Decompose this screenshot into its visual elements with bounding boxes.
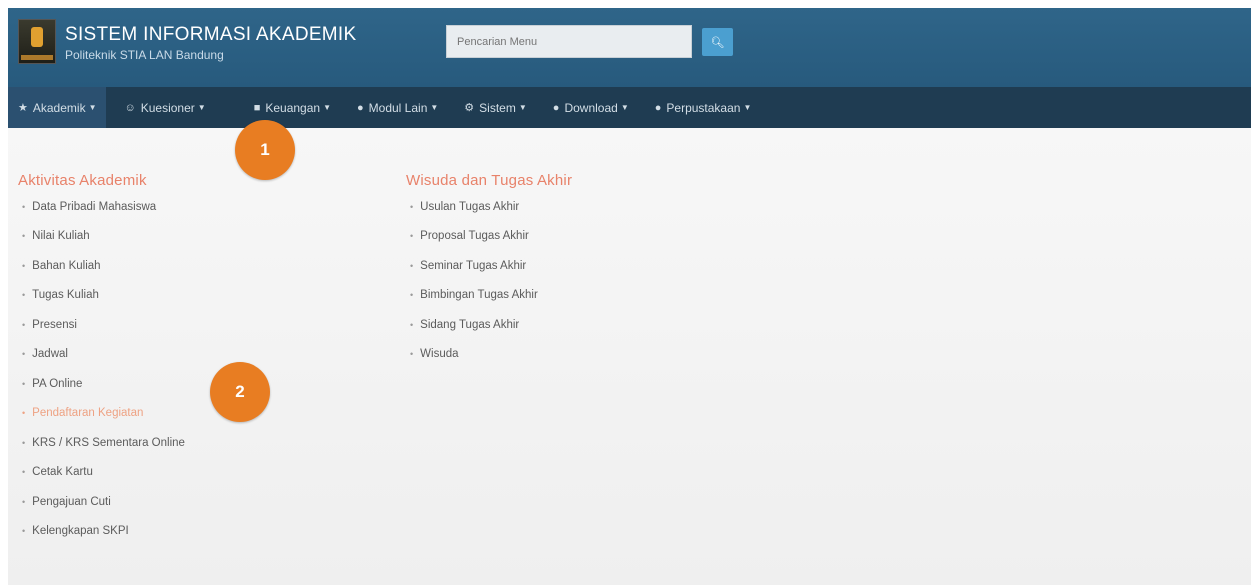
bullet-icon: • — [22, 231, 26, 242]
menu-item-pa-online[interactable]: • PA Online — [22, 369, 185, 399]
bullet-icon: • — [22, 467, 26, 478]
bullet-icon: • — [22, 201, 26, 212]
menu-item-bahan-kuliah[interactable]: • Bahan Kuliah — [22, 251, 185, 281]
users-icon: ☺ — [124, 101, 136, 114]
bullet-icon: • — [410, 290, 414, 301]
menu-item-label: Presensi — [32, 318, 77, 331]
caret-down-icon: ▼ — [743, 103, 752, 112]
caret-down-icon: ▼ — [197, 103, 206, 112]
menu-col2-title: Wisuda dan Tugas Akhir — [406, 172, 573, 189]
caret-down-icon: ▼ — [88, 103, 97, 112]
bullet-icon: • — [22, 290, 26, 301]
menu-col2-list: • Usulan Tugas Akhir • Proposal Tugas Akhi… — [410, 192, 538, 369]
menu-item-usulan-ta[interactable]: • Usulan Tugas Akhir — [410, 192, 538, 222]
menu-item-cetak-kartu[interactable]: • Cetak Kartu — [22, 458, 185, 488]
globe-icon: ● — [654, 101, 662, 114]
callout-1: 1 — [235, 120, 295, 180]
bullet-icon: • — [410, 319, 414, 330]
menu-item-label: Tugas Kuliah — [32, 289, 99, 302]
globe-icon: ● — [552, 101, 560, 114]
menu-item-krs-online[interactable]: • KRS / KRS Sementara Online — [22, 428, 185, 458]
bullet-icon: • — [22, 408, 26, 419]
nav-modul-lain-label: Modul Lain — [368, 100, 428, 115]
main-navbar: ★ Akademik ▼ ☺ Kuesioner ▼ ■ Keuangan ▼ … — [8, 87, 1251, 128]
nav-sistem[interactable]: ⚙︎ Sistem ▼ — [454, 87, 536, 128]
bullet-icon: • — [410, 201, 414, 212]
app-subtitle: Politeknik STIA LAN Bandung — [65, 48, 224, 62]
menu-item-presensi[interactable]: • Presensi — [22, 310, 185, 340]
nav-perpustakaan-label: Perpustakaan — [666, 100, 741, 115]
institution-icon: ★ — [18, 102, 28, 114]
globe-icon: ● — [357, 101, 364, 114]
menu-item-sidang-ta[interactable]: • Sidang Tugas Akhir — [410, 310, 538, 340]
nav-kuesioner-label: Kuesioner — [140, 100, 195, 115]
caret-down-icon: ▼ — [430, 103, 439, 112]
nav-akademik[interactable]: ★ Akademik ▼ — [8, 87, 107, 128]
menu-item-data-pribadi[interactable]: • Data Pribadi Mahasiswa — [22, 192, 185, 222]
menu-item-pendaftaran-kegiatan[interactable]: • Pendaftaran Kegiatan — [22, 399, 185, 429]
menu-item-label: Sidang Tugas Akhir — [420, 318, 520, 331]
menu-item-label: Bahan Kuliah — [32, 259, 101, 272]
menu-item-label: Kelengkapan SKPI — [32, 525, 129, 538]
menu-item-bimbingan-ta[interactable]: • Bimbingan Tugas Akhir — [410, 281, 538, 311]
callout-2: 2 — [210, 362, 270, 422]
menu-item-label: Pendaftaran Kegiatan — [32, 407, 144, 420]
menu-item-label: Wisuda — [420, 348, 459, 361]
bullet-icon: • — [22, 260, 26, 271]
menu-item-label: Proposal Tugas Akhir — [420, 230, 529, 243]
menu-item-label: Usulan Tugas Akhir — [420, 200, 520, 213]
nav-modul-lain[interactable]: ● Modul Lain ▼ — [347, 87, 448, 128]
menu-item-label: Bimbingan Tugas Akhir — [420, 289, 538, 302]
institution-logo[interactable] — [18, 19, 56, 64]
menu-item-seminar-ta[interactable]: • Seminar Tugas Akhir — [410, 251, 538, 281]
bullet-icon: • — [410, 260, 414, 271]
app-title: SISTEM INFORMASI AKADEMIK — [65, 24, 357, 45]
menu-item-label: Cetak Kartu — [32, 466, 93, 479]
bullet-icon: • — [410, 349, 414, 360]
menu-item-label: Data Pribadi Mahasiswa — [32, 200, 157, 213]
bullet-icon: • — [410, 231, 414, 242]
search-icon: 🔍︎ — [710, 36, 725, 49]
menu-search-input[interactable] — [446, 25, 692, 58]
logo-wordmark-icon — [21, 55, 53, 60]
bullet-icon: • — [22, 319, 26, 330]
menu-item-proposal-ta[interactable]: • Proposal Tugas Akhir — [410, 222, 538, 252]
nav-sistem-label: Sistem — [479, 100, 516, 115]
caret-down-icon: ▼ — [620, 103, 629, 112]
money-icon: ■ — [253, 101, 261, 114]
menu-item-label: Nilai Kuliah — [32, 230, 90, 243]
nav-download-label: Download — [564, 100, 618, 115]
menu-item-nilai-kuliah[interactable]: • Nilai Kuliah — [22, 222, 185, 252]
menu-item-label: Pengajuan Cuti — [32, 495, 111, 508]
logo-mark-icon — [31, 27, 43, 47]
menu-item-kelengkapan-skpi[interactable]: • Kelengkapan SKPI — [22, 517, 185, 547]
menu-item-label: KRS / KRS Sementara Online — [32, 436, 185, 449]
nav-kuesioner[interactable]: ☺ Kuesioner ▼ — [114, 87, 215, 128]
gear-icon: ⚙︎ — [464, 102, 475, 114]
bullet-icon: • — [22, 496, 26, 507]
menu-item-label: Jadwal — [32, 348, 68, 361]
menu-item-wisuda[interactable]: • Wisuda — [410, 340, 538, 370]
bullet-icon: • — [22, 526, 26, 537]
menu-col1-title: Aktivitas Akademik — [18, 172, 147, 189]
menu-item-pengajuan-cuti[interactable]: • Pengajuan Cuti — [22, 487, 185, 517]
bullet-icon: • — [22, 349, 26, 360]
bullet-icon: • — [22, 437, 26, 448]
caret-down-icon: ▼ — [323, 103, 331, 112]
menu-col1-list: • Data Pribadi Mahasiswa • Nilai Kuliah • B… — [22, 192, 185, 546]
page-frame: SISTEM INFORMASI AKADEMIK Politeknik STI… — [8, 8, 1251, 585]
akademik-mega-menu: Aktivitas Akademik • Data Pribadi Mahasis… — [8, 128, 1251, 585]
caret-down-icon: ▼ — [518, 103, 527, 112]
nav-perpustakaan[interactable]: ● Perpustakaan ▼ — [645, 87, 762, 128]
bullet-icon: • — [22, 378, 26, 389]
menu-item-label: PA Online — [32, 377, 83, 390]
menu-item-label: Seminar Tugas Akhir — [420, 259, 527, 272]
nav-akademik-label: Akademik — [32, 100, 86, 115]
menu-item-tugas-kuliah[interactable]: • Tugas Kuliah — [22, 281, 185, 311]
menu-item-jadwal[interactable]: • Jadwal — [22, 340, 185, 370]
nav-keuangan-label: Keuangan — [265, 100, 321, 115]
nav-download[interactable]: ● Download ▼ — [543, 87, 639, 128]
header: SISTEM INFORMASI AKADEMIK Politeknik STI… — [8, 8, 1251, 87]
search-button[interactable]: 🔍︎ — [702, 28, 733, 56]
